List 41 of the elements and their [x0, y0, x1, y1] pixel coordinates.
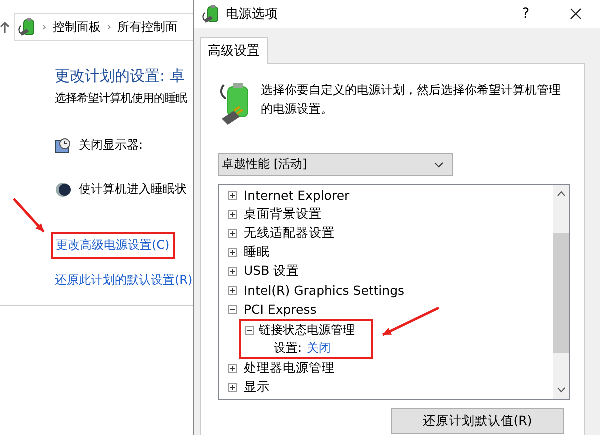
breadcrumb-item[interactable]: 所有控制面	[118, 18, 178, 36]
up-arrow-icon	[0, 22, 10, 34]
monitor-clock-icon	[55, 138, 71, 154]
tree-item[interactable]: 睡眠	[244, 244, 270, 261]
scroll-down-icon	[556, 387, 566, 393]
page-heading: 更改计划的设置: 卓	[55, 67, 186, 86]
annotation-arrow	[13, 198, 45, 233]
setting-label: 使计算机进入睡眠状	[79, 181, 187, 198]
settings-link[interactable]: 还原此计划的默认设置(R)	[55, 271, 193, 290]
tree-item[interactable]: Intel(R) Graphics Settings	[244, 283, 405, 298]
window-title: 电源选项	[226, 6, 279, 23]
help-button[interactable]: ?	[506, 6, 546, 22]
chevron-icon: ›	[42, 20, 47, 34]
moon-icon	[55, 182, 71, 198]
chevron-icon: ›	[106, 20, 112, 34]
annotation-arrow	[382, 306, 440, 336]
address-bar[interactable]: › 控制面板 › 所有控制面	[14, 13, 195, 41]
tree-item[interactable]: PCI Express	[244, 302, 317, 317]
power-plug-icon	[202, 4, 220, 24]
setting-value-link[interactable]: 关闭	[307, 340, 332, 356]
tab[interactable]: 高级设置	[200, 37, 268, 64]
scroll-thumb[interactable]	[553, 233, 569, 353]
close-icon	[570, 8, 582, 20]
scrollbar[interactable]	[553, 185, 569, 399]
scroll-up-icon	[556, 191, 566, 197]
tree-item[interactable]: 桌面背景设置	[244, 206, 322, 223]
restore-defaults-button[interactable]: 还原计划默认值(R)	[391, 408, 564, 434]
tree-item[interactable]: 显示	[244, 379, 270, 396]
page-subtitle: 选择希望计算机使用的睡眠	[55, 91, 188, 106]
chevron-down-icon	[434, 162, 444, 168]
description-text: 选择你要自定义的电源计划，然后选择你希望计算机管理的电源设置。	[261, 82, 561, 118]
power-plug-icon	[18, 17, 36, 37]
tree-item[interactable]: 处理器电源管理	[244, 360, 335, 377]
tree-item[interactable]: 链接状态电源管理	[259, 322, 355, 338]
setting-label: 关闭显示器:	[79, 137, 144, 154]
setting-label: 设置:	[274, 340, 302, 356]
tree-item[interactable]: Internet Explorer	[244, 188, 350, 203]
plan-dropdown[interactable]: 卓越性能 [活动]	[218, 153, 453, 176]
breadcrumb-item[interactable]: 控制面板	[52, 18, 101, 36]
tree-item[interactable]: 无线适配器设置	[244, 225, 335, 242]
tree-item[interactable]: USB 设置	[244, 263, 300, 280]
